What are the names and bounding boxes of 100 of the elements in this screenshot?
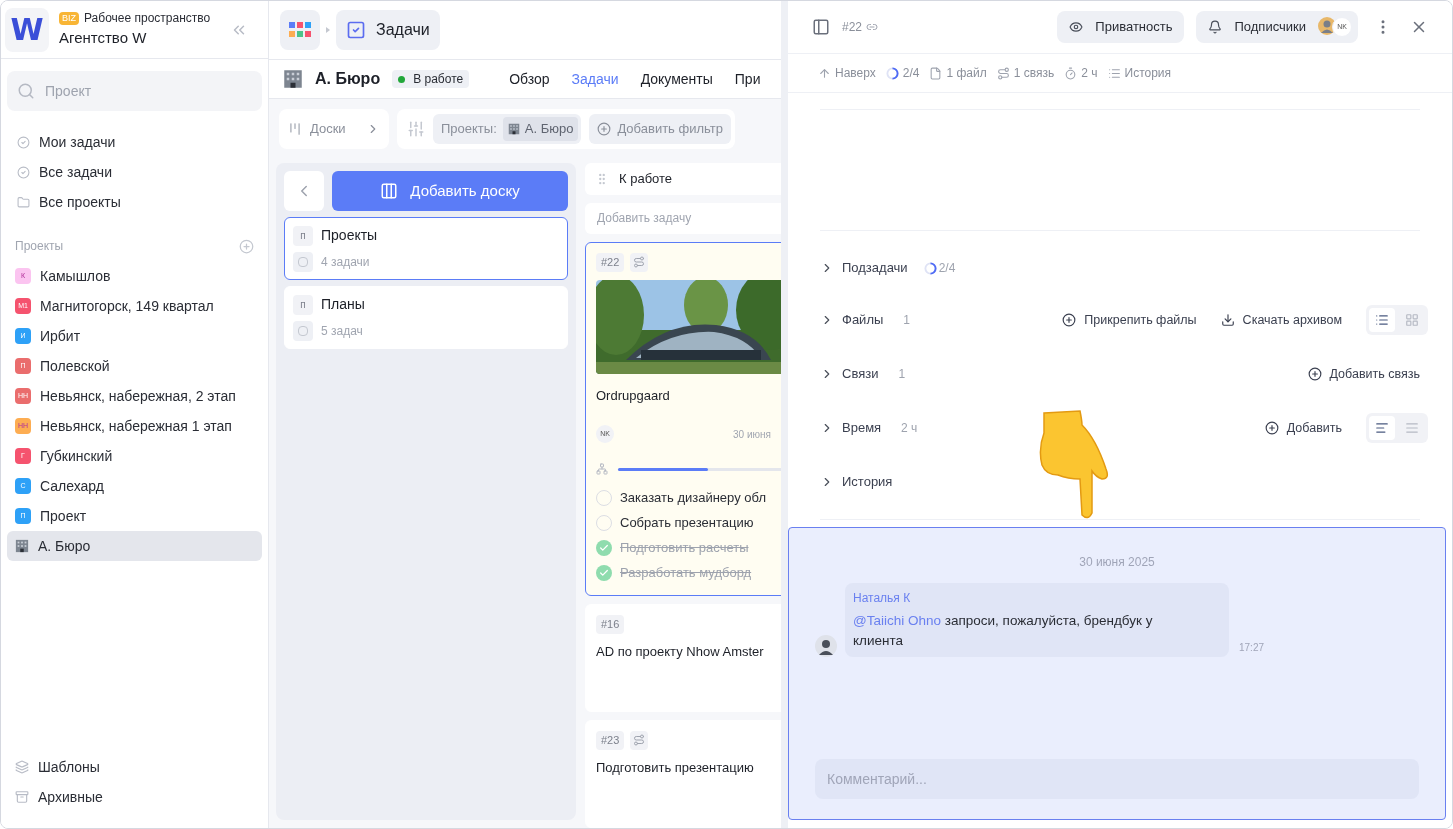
folder-icon <box>17 195 30 209</box>
bell-icon <box>1208 20 1223 34</box>
search-field[interactable]: Проект <box>7 71 262 111</box>
message-author: Наталья К <box>853 590 912 607</box>
route-icon <box>996 66 1010 80</box>
task-number: #22 <box>842 19 863 36</box>
task-card[interactable]: #16 AD по проекту Nhow Amster <box>585 604 781 712</box>
breadcrumb-arrow-icon <box>324 26 332 34</box>
section-heading: Проекты <box>15 238 64 255</box>
lines-icon <box>1405 421 1419 435</box>
section-title[interactable]: Файлы <box>842 310 884 330</box>
project-filter[interactable]: Проекты: А. Бюро <box>433 114 582 144</box>
task-number: #22 <box>596 253 625 272</box>
section-title[interactable]: Связи <box>842 364 879 384</box>
status-badge: В работе <box>392 70 470 88</box>
board-name: Проекты <box>321 226 378 245</box>
board-name: Планы <box>321 295 365 314</box>
file-icon <box>929 66 943 80</box>
section-action[interactable]: Скачать архивом <box>1220 310 1342 330</box>
add-board-button[interactable]: Добавить доску <box>332 171 568 211</box>
progress-ring-icon <box>885 66 899 80</box>
board-icon <box>288 122 302 136</box>
due-date: 30 июня <box>733 427 771 442</box>
subtask-label: Заказать дизайнеру обл <box>620 488 766 507</box>
section-action[interactable]: Прикрепить файлы <box>1062 310 1197 330</box>
timeline-icon <box>1375 421 1389 435</box>
section-count: 1 <box>903 312 910 329</box>
section-count: 2/4 <box>938 260 956 277</box>
comment-date: 30 июня 2025 <box>1079 554 1155 571</box>
workspace-logo[interactable]: W <box>5 7 49 52</box>
project-title: А. Бюро <box>315 69 381 89</box>
board-count-icon <box>293 252 313 272</box>
apps-button[interactable] <box>280 10 320 50</box>
board-count-icon <box>293 321 313 341</box>
arrow-up-icon <box>818 66 831 80</box>
workspace-name: Агентство W <box>59 28 148 49</box>
tab[interactable]: Документы <box>640 68 713 90</box>
nav-item[interactable]: Все задачи <box>1 157 268 187</box>
board-count: 5 задач <box>321 323 363 340</box>
timer-icon <box>1064 66 1078 80</box>
building-icon <box>15 539 29 553</box>
check-icon <box>599 567 609 578</box>
privacy-button[interactable]: Приватность <box>1057 11 1185 43</box>
message-text: @Taiichi Ohno запроси, пожалуйста, брендбук у клиента <box>853 612 1154 650</box>
section-action[interactable]: Добавить связь <box>1307 364 1420 384</box>
project-item[interactable]: А. Бюро <box>7 531 262 561</box>
back-button[interactable] <box>284 171 324 211</box>
workspace-label: Рабочее пространство <box>84 10 211 28</box>
plus-circle-icon <box>1062 313 1077 327</box>
nav-item[interactable]: Архивные <box>1 782 268 812</box>
plus-circle-icon <box>597 122 612 136</box>
nav-item[interactable]: Мои задачи <box>1 127 268 157</box>
task-number: #23 <box>596 731 625 750</box>
add-project-icon[interactable] <box>239 238 254 254</box>
board-item[interactable]: п Проекты 4 задачи <box>284 217 568 280</box>
plus-circle-icon <box>1307 367 1322 381</box>
archive-icon <box>15 790 29 804</box>
board-icon <box>380 182 399 200</box>
plus-circle-icon <box>1264 421 1279 435</box>
comment-field[interactable]: Комментарий... <box>815 759 1419 799</box>
building-icon <box>283 69 303 89</box>
list-icon <box>1107 66 1121 80</box>
filter-icon[interactable] <box>407 120 425 138</box>
subtask-label: Разработать мудборд <box>620 563 752 582</box>
tab[interactable]: Задачи <box>571 68 619 90</box>
nav-item[interactable]: Шаблоны <box>1 752 268 782</box>
search-icon <box>17 82 35 100</box>
task-title: Подготовить презентацию <box>596 758 755 777</box>
layers-icon <box>15 760 29 774</box>
plan-badge: BIZ <box>59 11 79 25</box>
board-initial: п <box>293 225 313 246</box>
column-title: К работе <box>619 170 673 188</box>
task-title: Ordrupgaard <box>596 386 671 405</box>
board-count: 4 задачи <box>321 254 370 271</box>
check-circle-icon <box>17 165 30 179</box>
task-card[interactable]: #23 Подготовить презентацию <box>585 720 781 828</box>
view-toggle[interactable] <box>1369 308 1395 332</box>
view-toggle[interactable] <box>1369 416 1395 440</box>
nav-item[interactable]: Все проекты <box>1 187 268 217</box>
section-title[interactable]: Время <box>842 418 882 438</box>
subtask-label: Подготовить расчеты <box>620 538 749 557</box>
tasks-button[interactable]: Задачи <box>336 10 440 50</box>
task-icon <box>346 20 366 40</box>
section-title[interactable]: История <box>842 472 893 492</box>
section-title[interactable]: Подзадачи <box>842 258 908 278</box>
panel-toggle-icon[interactable] <box>812 18 830 36</box>
tab[interactable]: При <box>734 68 761 90</box>
list-icon <box>1375 313 1389 327</box>
subtasks-icon <box>596 463 608 475</box>
grid-icon <box>1405 313 1419 327</box>
task-title: AD по проекту Nhow Amster <box>596 642 765 661</box>
subtask-checkbox[interactable] <box>596 564 612 581</box>
check-circle-icon <box>17 135 30 149</box>
subtask-checkbox[interactable] <box>596 539 612 556</box>
tab[interactable]: Обзор <box>509 68 550 90</box>
link-icon[interactable] <box>866 21 879 33</box>
check-icon <box>599 542 609 553</box>
section-count: 2 ч <box>901 420 918 437</box>
board-item[interactable]: п Планы 5 задач <box>284 286 568 349</box>
section-action[interactable]: Добавить <box>1264 418 1342 438</box>
